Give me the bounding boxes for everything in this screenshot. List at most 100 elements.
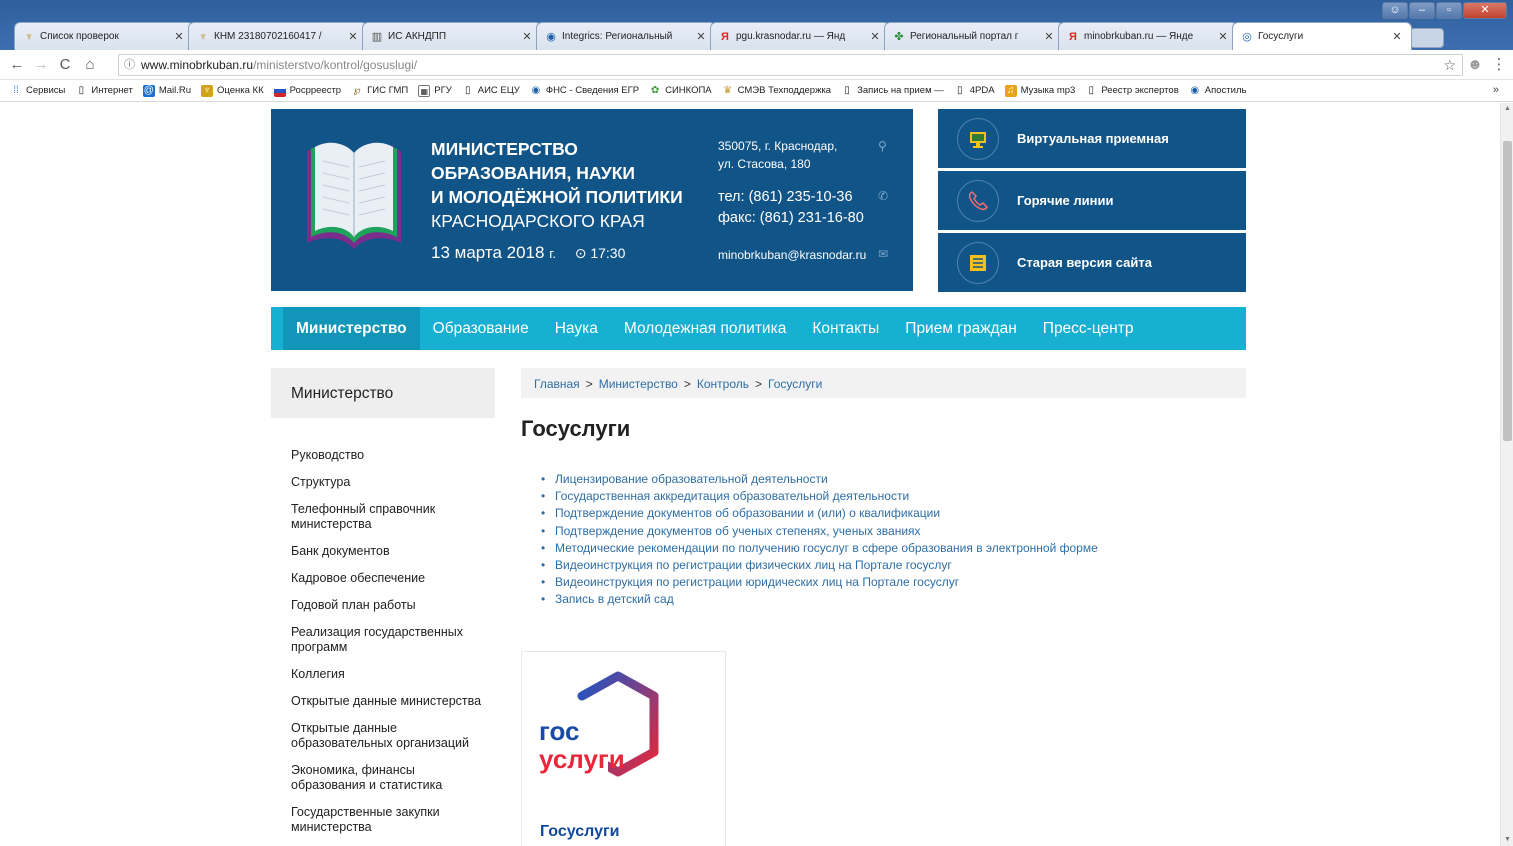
link-accreditation[interactable]: Государственная аккредитация образовател… [541,488,1098,505]
nav-item-reception[interactable]: Прием граждан [892,307,1030,350]
old-site-link[interactable]: Старая версия сайта [938,233,1246,292]
gosuslugi-banner[interactable]: гос услуги Госуслуги [521,651,726,846]
ministry-logo-book [307,142,401,249]
nav-item-youth-policy[interactable]: Молодежная политика [611,307,799,350]
sidebar-item-leadership[interactable]: Руководство [291,448,491,463]
bookmark-item[interactable]: ✿ СИНКОПА [649,85,712,97]
browser-tab[interactable]: ♆ КНМ 23180702160417 /✕ [188,22,368,50]
sidebar-item-procurement[interactable]: Государственные закупки министерства [291,805,491,835]
virtual-reception-link[interactable]: Виртуальная приемная [938,109,1246,168]
bookmark-item[interactable]: ℘ ГИС ГМП [351,84,409,97]
browser-tab[interactable]: ◉ Integrics: Региональный ✕ [536,22,716,50]
nav-item-science[interactable]: Наука [542,307,611,350]
nav-item-ministry[interactable]: Министерство [283,307,420,350]
user-icon[interactable]: ☺ [1382,2,1408,19]
sidebar-item-staffing[interactable]: Кадровое обеспечение [291,571,491,586]
url-input[interactable]: ⓘ www.minobrkuban.ru/ministerstvo/kontro… [118,54,1463,76]
rgu-icon: ▦ [418,84,431,97]
ministry-name[interactable]: МИНИСТЕРСТВО ОБРАЗОВАНИЯ, НАУКИ И МОЛОДЁ… [431,137,711,233]
sidebar-item-board[interactable]: Коллегия [291,667,491,682]
bookmark-item[interactable]: ⁞⁞ Сервисы [10,85,65,97]
maximize-button[interactable]: ▫ [1436,2,1462,19]
bookmark-item[interactable]: ◉ ФНС - Сведения ЕГР [530,85,639,97]
sidebar-item-documents[interactable]: Банк документов [291,544,491,559]
link-kindergarten-enrollment[interactable]: Запись в детский сад [541,591,1098,608]
close-tab-icon[interactable]: ✕ [521,30,533,43]
breadcrumb-control[interactable]: Контроль [697,377,749,391]
sidebar-title[interactable]: Министерство [271,368,495,418]
sidebar-item-state-programs[interactable]: Реализация государственных программ [291,625,491,655]
bookmark-item[interactable]: ▯ Интернет [75,84,133,97]
browser-tab[interactable]: ▥ ИС АКНДПП ✕ [362,22,542,50]
bookmark-item[interactable]: @ Mail.Ru [142,84,191,97]
bookmark-item[interactable]: ◉ Апостиль [1189,85,1246,97]
gosuslugi-logo: гос услуги [536,671,659,777]
home-icon[interactable]: ⌂ [81,56,99,74]
reload-icon[interactable]: C [56,56,74,74]
sidebar-item-annual-plan[interactable]: Годовой план работы [291,598,491,613]
nav-item-contacts[interactable]: Контакты [799,307,892,350]
browser-tab-active[interactable]: ◎ Госуслуги ✕ [1232,22,1412,50]
close-tab-icon[interactable]: ✕ [1391,30,1403,43]
close-tab-icon[interactable]: ✕ [695,30,707,43]
link-video-legal-entities[interactable]: Видеоинструкция по регистрации юридическ… [541,574,1098,591]
page-icon: ▯ [78,84,85,96]
scroll-up-icon[interactable]: ▲ [1501,103,1513,115]
sidebar-item-open-data-ministry[interactable]: Открытые данные министерства [291,694,491,709]
bookmark-item[interactable]: ▯ 4PDA [954,85,995,97]
emblem-icon: ♆ [198,30,208,43]
link-licensing[interactable]: Лицензирование образовательной деятельно… [541,471,1098,488]
hotlines-link[interactable]: Горячие линии [938,171,1246,230]
breadcrumb-ministry[interactable]: Министерство [599,377,678,391]
bookmark-star-icon[interactable]: ☆ [1443,55,1456,75]
bookmarks-more-button[interactable]: » [1493,84,1499,96]
close-tab-icon[interactable]: ✕ [1043,30,1055,43]
bookmark-item[interactable]: ▯ Запись на прием — [841,85,943,97]
close-tab-icon[interactable]: ✕ [347,30,359,43]
breadcrumb-home[interactable]: Главная [534,377,580,391]
link-video-individuals[interactable]: Видеоинструкция по регистрации физически… [541,557,1098,574]
link-document-confirmation[interactable]: Подтверждение документов об образовании … [541,505,1098,522]
sidebar-item-economics[interactable]: Экономика, финансы образования и статист… [291,763,491,793]
email-link[interactable]: minobrkuban@krasnodar.ru [718,246,866,264]
location-pin-icon: ⚲ [878,139,887,153]
scroll-down-icon[interactable]: ▼ [1501,834,1513,846]
page-scrollbar[interactable]: ▲ ▼ [1500,103,1513,846]
bookmark-item[interactable]: ▦ РГУ [418,84,452,97]
current-time: ⊙ 17:30 [574,245,626,261]
back-icon[interactable]: ← [8,56,26,74]
sidebar-item-phone-directory[interactable]: Телефонный справочник министерства [291,502,491,532]
bookmark-item[interactable]: ▯ Реестр экспертов [1085,85,1179,97]
nav-item-press-center[interactable]: Пресс-центр [1030,307,1147,350]
nav-item-education[interactable]: Образование [420,307,542,350]
bookmark-item[interactable]: ▯ АИС ЕЦУ [462,85,520,97]
browser-tab[interactable]: ♆ Список проверок ✕ [14,22,194,50]
new-tab-button[interactable] [1410,28,1444,48]
scrollbar-thumb[interactable] [1503,141,1512,441]
extension-icon[interactable]: ☻ [1466,56,1484,74]
bookmark-item[interactable]: ♫ Музыка mp3 [1004,84,1075,97]
browser-tab[interactable]: Яminobrkuban.ru — Янде ✕ [1058,22,1238,50]
sidebar-item-open-data-orgs[interactable]: Открытые данные образовательных организа… [291,721,491,751]
bookmark-item[interactable]: ♛ СМЭВ Техподдержка [722,85,831,97]
bookmark-item[interactable]: ♆ Оценка КК [201,84,264,97]
logo-text-gos: гос [539,716,580,746]
gis-icon: ℘ [353,84,361,96]
close-tab-icon[interactable]: ✕ [1217,30,1229,43]
bookmark-item[interactable]: Росрреестр [273,84,341,97]
bookmarks-bar: ⁞⁞ Сервисы ▯ Интернет @ Mail.Ru ♆ Оценка КК … [0,80,1513,102]
link-methodical-recommendations[interactable]: Методические рекомендации по получению г… [541,540,1098,557]
close-window-button[interactable]: ✕ [1463,2,1507,19]
current-date: 13 марта 2018 г. ⊙ 17:30 [431,243,626,262]
browser-tab[interactable]: Яpgu.krasnodar.ru — Янд ✕ [710,22,890,50]
menu-icon[interactable]: ⋮ [1490,56,1508,74]
link-degree-confirmation[interactable]: Подтверждение документов об ученых степе… [541,523,1098,540]
emblem-icon: ♆ [24,30,34,43]
browser-tab[interactable]: ✤ Региональный портал г ✕ [884,22,1064,50]
close-tab-icon[interactable]: ✕ [173,30,185,43]
sidebar-item-structure[interactable]: Структура [291,475,491,490]
minimize-button[interactable]: – [1409,2,1435,19]
forward-icon[interactable]: → [32,56,50,74]
breadcrumb-current[interactable]: Госуслуги [768,377,822,391]
close-tab-icon[interactable]: ✕ [869,30,881,43]
